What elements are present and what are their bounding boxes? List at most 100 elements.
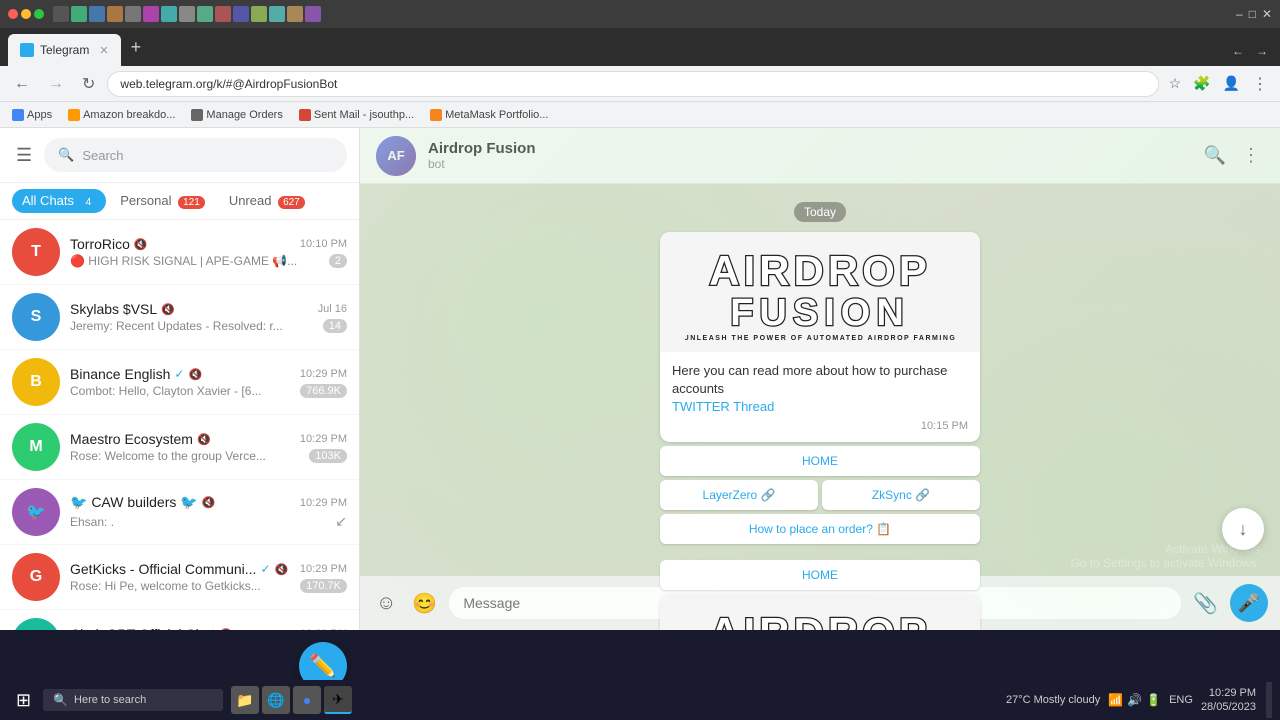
bookmark-btn[interactable]: ☆	[1165, 71, 1186, 96]
chat-name: Skylabs $VSL 🔇	[70, 301, 175, 317]
tab-all-chats[interactable]: All Chats 4	[12, 189, 106, 213]
chat-item-caw[interactable]: 🐦 🐦 CAW builders 🐦 🔇 10:29 PM Ehsan: . ↙	[0, 480, 359, 545]
avatar: S	[12, 293, 60, 341]
avatar: B	[12, 358, 60, 406]
avatar: 🐦	[12, 488, 60, 536]
chat-list: T TorroRico 🔇 10:10 PM 🔴 HIGH RISK SIGNA…	[0, 220, 359, 630]
chat-preview: 🔴 HIGH RISK SIGNAL | APE-GAME 📢...	[70, 254, 323, 268]
taskbar-icon-2[interactable]: 🌐	[262, 686, 290, 714]
bot-message-2: HOME AIRDROP AIRDROP FUSION FUSION UNLEA…	[376, 556, 1264, 630]
chat-item-chaingpt[interactable]: C ChainGPT Official Chat 🔇 10:29 PM Waln…	[0, 610, 359, 630]
chat-time: 10:10 PM	[300, 238, 347, 250]
message-time-1: 10:15 PM	[672, 420, 968, 432]
date-divider: Today	[376, 202, 1264, 222]
unread-badge: 14	[323, 319, 347, 333]
avatar: T	[12, 228, 60, 276]
clock[interactable]: 10:29 PM 28/05/2023	[1201, 686, 1256, 715]
chat-time: 10:29 PM	[300, 368, 347, 380]
search-box[interactable]: 🔍 Search	[44, 138, 347, 172]
unread-badge: 170.7K	[300, 579, 347, 593]
chat-time: 10:29 PM	[300, 563, 347, 575]
chat-area: AF Airdrop Fusion bot 🔍 ⋮ Today	[360, 128, 1280, 630]
chat-item-binance[interactable]: B Binance English ✓ 🔇 10:29 PM Combot: H…	[0, 350, 359, 415]
network-icon[interactable]: 📶	[1108, 693, 1123, 707]
svg-text:AIRDROP: AIRDROP	[709, 247, 931, 294]
chat-item-maestro[interactable]: M Maestro Ecosystem 🔇 10:29 PM Rose: Wel…	[0, 415, 359, 480]
hamburger-menu[interactable]: ☰	[12, 141, 36, 170]
chat-time: 10:29 PM	[300, 628, 347, 630]
chat-name: 🐦 CAW builders 🐦 🔇	[70, 494, 215, 511]
url-bar[interactable]: web.telegram.org/k/#@AirdropFusionBot	[107, 71, 1158, 97]
scroll-down-button[interactable]: ↓	[1222, 508, 1264, 550]
card-body-1: Here you can read more about how to purc…	[660, 352, 980, 442]
volume-icon[interactable]: 🔊	[1127, 693, 1142, 707]
how-to-order-button[interactable]: How to place an order? 📋	[660, 514, 980, 544]
svg-text:UNLEASH THE POWER OF AUTOMATED: UNLEASH THE POWER OF AUTOMATED AIRDROP F…	[685, 335, 955, 342]
date-chip: Today	[794, 202, 846, 222]
sys-icons: 📶 🔊 🔋	[1108, 693, 1161, 707]
chat-time: Jul 16	[318, 303, 347, 315]
browser-toolbar: ← → ↻ web.telegram.org/k/#@AirdropFusion…	[0, 66, 1280, 102]
sidebar-tabs: All Chats 4 Personal 121 Unread 627	[0, 183, 359, 220]
bookmark-metamask[interactable]: MetaMask Portfolio...	[426, 107, 552, 123]
battery-icon[interactable]: 🔋	[1146, 693, 1161, 707]
taskbar-icon-1[interactable]: 📁	[231, 686, 259, 714]
profile-btn[interactable]: 👤	[1219, 71, 1244, 96]
extensions-btn[interactable]: 🧩	[1189, 71, 1214, 96]
chat-preview: Ehsan: .	[70, 515, 335, 529]
muted-arrow: ↙	[335, 513, 347, 530]
chat-time: 10:29 PM	[300, 433, 347, 445]
bookmark-orders[interactable]: Manage Orders	[187, 107, 286, 123]
time-display: 10:29 PM	[1201, 686, 1256, 700]
message-card-2: AIRDROP AIRDROP FUSION FUSION UNLEASH TH…	[660, 594, 980, 630]
taskbar-icon-chrome[interactable]: ●	[293, 686, 321, 714]
avatar: G	[12, 553, 60, 601]
zksync-button[interactable]: ZkSync 🔗	[822, 480, 980, 510]
active-tab[interactable]: Telegram ✕	[8, 34, 121, 66]
taskbar-right: 27°C Mostly cloudy 📶 🔊 🔋 ENG 10:29 PM 28…	[1006, 682, 1272, 718]
sidebar-header: ☰ 🔍 Search	[0, 128, 359, 183]
card-logo-1: AIRDROP AIRDROP FUSION FUSION UNLEASH TH…	[660, 232, 980, 352]
tab-unread[interactable]: Unread 627	[219, 189, 315, 213]
home-button-2[interactable]: HOME	[660, 560, 980, 590]
bookmark-mail[interactable]: Sent Mail - jsouthp...	[295, 107, 418, 123]
chat-item-torrorico[interactable]: T TorroRico 🔇 10:10 PM 🔴 HIGH RISK SIGNA…	[0, 220, 359, 285]
twitter-thread-link[interactable]: TWITTER Thread	[672, 399, 774, 414]
date-display: 28/05/2023	[1201, 700, 1256, 714]
new-tab-btn[interactable]: +	[123, 33, 150, 62]
avatar: M	[12, 423, 60, 471]
card-logo-2: AIRDROP AIRDROP FUSION FUSION UNLEASH TH…	[660, 594, 980, 630]
weather-info: 27°C Mostly cloudy	[1006, 694, 1100, 706]
sidebar: ☰ 🔍 Search All Chats 4 Personal 121 Unre…	[0, 128, 360, 630]
back-button[interactable]: ←	[8, 71, 36, 97]
avatar: C	[12, 618, 60, 630]
menu-btn[interactable]: ⋮	[1248, 70, 1272, 98]
chat-time: 10:29 PM	[300, 497, 347, 509]
bookmark-amazon[interactable]: Amazon breakdo...	[64, 107, 179, 123]
svg-text:AIRDROP: AIRDROP	[709, 609, 931, 630]
card-text-1: Here you can read more about how to purc…	[672, 362, 968, 398]
message-card-1: AIRDROP AIRDROP FUSION FUSION UNLEASH TH…	[660, 232, 980, 442]
refresh-button[interactable]: ↻	[76, 70, 101, 98]
layerzero-button[interactable]: LayerZero 🔗	[660, 480, 818, 510]
taskbar: ⊞ 🔍 Here to search 📁 🌐 ● ✈ 27°C Mostly c…	[0, 680, 1280, 720]
chat-preview: Combot: Hello, Clayton Xavier - [6...	[70, 384, 294, 398]
chat-name: TorroRico 🔇	[70, 236, 148, 252]
chat-item-getkicks[interactable]: G GetKicks - Official Communi... ✓ 🔇 10:…	[0, 545, 359, 610]
chat-item-skylabs[interactable]: S Skylabs $VSL 🔇 Jul 16 Jeremy: Recent U…	[0, 285, 359, 350]
chat-preview: Jeremy: Recent Updates - Resolved: r...	[70, 319, 317, 333]
unread-badge: 103K	[309, 449, 347, 463]
start-button[interactable]: ⊞	[8, 686, 39, 715]
bot-message-1: AIRDROP AIRDROP FUSION FUSION UNLEASH TH…	[376, 232, 1264, 548]
forward-button[interactable]: →	[42, 71, 70, 97]
taskbar-telegram-icon[interactable]: ✈	[324, 686, 352, 714]
tab-personal[interactable]: Personal 121	[110, 189, 215, 213]
show-desktop-button[interactable]	[1266, 682, 1272, 718]
chat-name: Binance English ✓ 🔇	[70, 366, 202, 382]
keyboard-row-2: How to place an order? 📋	[660, 514, 980, 544]
bookmark-apps[interactable]: Apps	[8, 107, 56, 123]
chat-name: GetKicks - Official Communi... ✓ 🔇	[70, 561, 288, 577]
chat-preview: Rose: Welcome to the group Verce...	[70, 449, 303, 463]
home-button-1[interactable]: HOME	[660, 446, 980, 476]
taskbar-search[interactable]: 🔍 Here to search	[43, 689, 223, 711]
